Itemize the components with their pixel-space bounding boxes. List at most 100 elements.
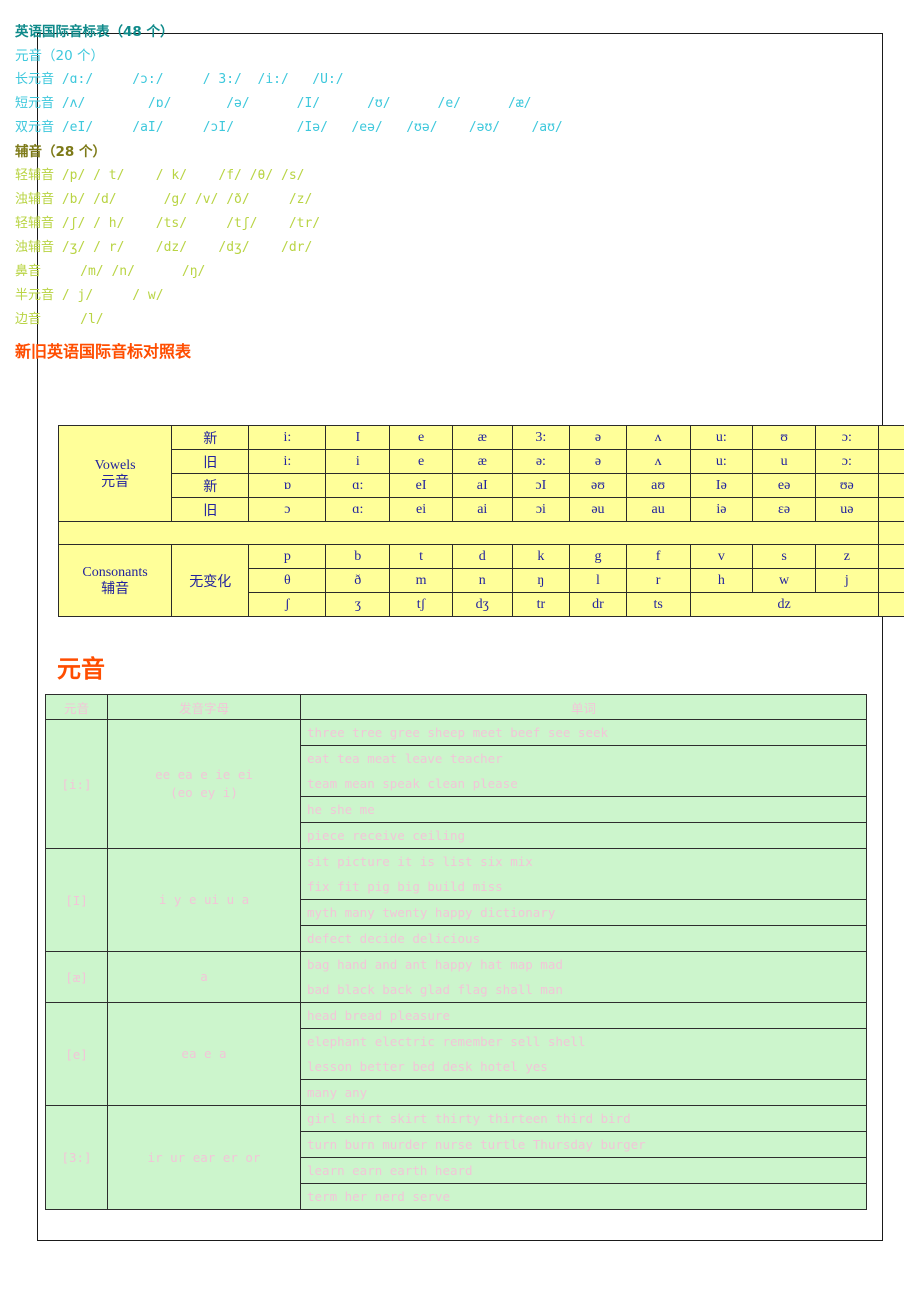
spelling-letters-cell: i y e ui u a [107,848,301,952]
ipa-line-nasals: 鼻音 /m/ /n/ /ŋ/ [15,260,895,284]
ipa-label-lateral: 边音 [15,312,42,327]
word-group-cell: myth many twenty happy dictionary [300,899,867,926]
vowel-cell: æ [451,425,513,450]
word-line: team mean speak clean please [307,776,518,791]
consonant-cell: j [814,568,879,593]
consonant-cell: ts [625,592,691,617]
vowel-cell: ɔi [511,497,571,522]
vowel-cell: ai [451,497,513,522]
col-header-letters: 发音字母 [107,694,301,720]
vowel-cell: au [625,497,691,522]
ipa-label-voiceless-1: 轻辅音 [15,168,55,183]
table-row: [I] i y e ui u a sit picture it is list si… [45,848,867,952]
table-edge-cell [877,592,904,617]
consonant-cell: ð [325,568,391,593]
vowel-cell: ɔ [248,497,327,522]
vowel-cell: ʊ [752,425,816,450]
word-line: three tree gree sheep meet beef see seek [307,725,609,740]
consonant-cell: tʃ [389,592,453,617]
ipa-symbols-lateral: /l/ [41,312,104,327]
consonant-cell: f [625,544,691,569]
vowel-cell: u: [689,449,754,474]
word-line: turn burn murder nurse turtle Thursday b… [307,1137,646,1152]
vowel-cell: ʌ [625,425,691,450]
ipa-label-semivowels: 半元音 [15,288,55,303]
ipa-symbols-nasals: /m/ /n/ /ŋ/ [41,264,206,279]
vowel-detail-table: 元音 发音字母 单词 [i:] ee ea e ie ei (eo ey i) thr… [45,694,867,1210]
spelling-line: (eo ey i) [170,785,238,800]
ipa-line-voiceless-2: 轻辅音 /ʃ/ / h/ /ts/ /tʃ/ /tr/ [15,212,895,236]
spelling-letters-cell: a [107,951,301,1003]
vowel-cell: iə [689,497,754,522]
vowel-symbol-cell: [3:] [45,1105,108,1210]
consonants-label-cn: 辅音 [101,581,130,597]
consonant-cell: t [389,544,453,569]
vowel-cell: aI [451,473,513,498]
col-header-words: 单词 [300,694,867,720]
vowel-cell: əʊ [569,473,627,498]
vowel-row-kind: 旧 [171,497,250,522]
ipa-label-voiced-1: 浊辅音 [15,192,55,207]
table-row: [i:] ee ea e ie ei (eo ey i) three tree gre… [45,719,867,849]
spelling-line: i y e ui u a [158,892,250,907]
word-line: defect decide delicious [307,931,481,946]
comparison-table-title: 新旧英语国际音标对照表 [15,342,192,361]
word-group-cell: three tree gree sheep meet beef see seek [300,719,867,746]
word-line: sit picture it is list six mix [307,854,533,869]
spelling-letters-cell: ea e a [107,1002,301,1106]
spelling-line: ee ea e ie ei [155,767,253,782]
vowel-cell: æ [451,449,513,474]
vowel-cell: ɔ: [814,425,879,450]
vowel-symbol-cell: [æ] [45,951,108,1003]
word-group-cell: he she me [300,796,867,823]
ipa-line-lateral: 边音 /l/ [15,308,895,332]
table-row: [e] ea e a head bread pleasure [45,1002,867,1106]
vowel-cell: əu [569,497,627,522]
word-group-cell: eat tea meat leave teacher team mean spea… [300,745,867,797]
word-line: lesson better bed desk hotel yes [307,1059,548,1074]
consonant-cell: k [511,544,571,569]
vowel-cell: i: [248,425,327,450]
ipa-symbols-voiceless-1: /p/ / t/ / k/ /f/ /θ/ /s/ [54,168,305,183]
word-line: myth many twenty happy dictionary [307,905,556,920]
table-row: Consonants 辅音 无变化 p b t d k g f v s z [57,544,904,617]
vowel-cell: e [389,425,453,450]
consonant-cell: ŋ [511,568,571,593]
vowel-row-kind: 新 [171,473,250,498]
vowel-cell: 3: [511,425,571,450]
ipa-line-long-vowels: 长元音 /ɑ:/ /ɔ:/ / 3:/ /i:/ /U:/ [15,68,895,92]
vowel-section-heading-wrap: 元音 [57,652,105,686]
ipa-label-nasals: 鼻音 [15,264,42,279]
spelling-letters-cell: ir ur ear er or [107,1105,301,1210]
word-line: term her nerd serve [307,1189,450,1204]
consonant-cell: d [451,544,513,569]
table-row: 旧 i: i e æ ə: ə ʌ u: u ɔ: [59,449,904,474]
vowel-cell: ʌ [625,449,691,474]
consonant-cell: ʒ [325,592,391,617]
consonant-cell: h [689,568,754,593]
vowel-cell: ʊə [814,473,879,498]
no-change-label: 无变化 [171,544,250,617]
table-edge-cell [877,497,904,522]
word-line: many any [307,1085,368,1100]
word-line: head bread pleasure [307,1008,450,1023]
ipa-line-diphthongs: 双元音 /eI/ /aI/ /ɔI/ /Iə/ /eə/ /ʊə/ /əʊ/ /… [15,116,895,140]
word-line: bag hand and ant happy hat map mad [307,957,563,972]
word-group-cell: sit picture it is list six mix fix fit pi… [300,848,867,900]
table-header-row: 元音 发音字母 单词 [45,694,867,720]
table-edge-cell [877,449,904,474]
spelling-letters-cell: ee ea e ie ei (eo ey i) [107,719,301,849]
vowel-cell: ɑ: [325,473,391,498]
consonant-cell: v [689,544,754,569]
consonant-cell: r [625,568,691,593]
vowel-cell: i [325,449,391,474]
vowel-symbol-cell: [i:] [45,719,108,849]
word-group-cell: head bread pleasure [300,1002,867,1029]
consonant-cell-merged: dz [689,592,879,617]
consonant-cell: z [814,544,879,569]
word-line: he she me [307,802,375,817]
consonant-cell: b [325,544,391,569]
word-group-cell: term her nerd serve [300,1183,867,1210]
vowel-cell: aʊ [625,473,691,498]
consonant-cell: w [752,568,816,593]
